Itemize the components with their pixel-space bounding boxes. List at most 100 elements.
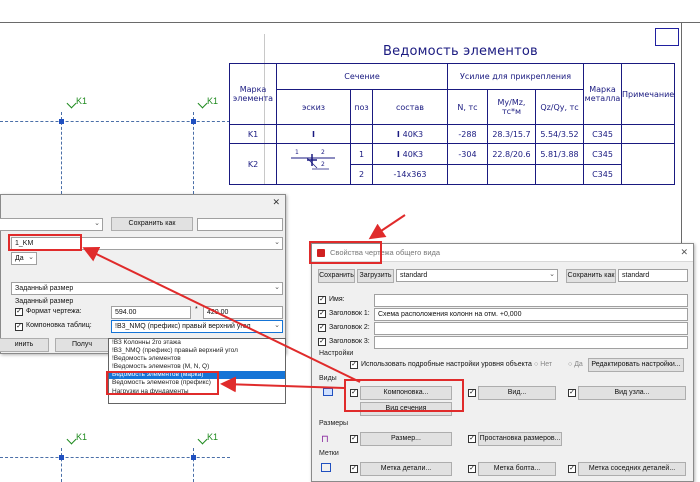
view-button[interactable]: Вид... <box>478 386 556 400</box>
save-as-button[interactable]: Сохранить как <box>111 217 193 231</box>
dropdown-option[interactable]: !Ведомость элементов <box>109 355 285 363</box>
preset-select[interactable]: standard ⌄ <box>396 269 558 282</box>
name-label: Имя: <box>329 296 345 303</box>
sketch-cell: I <box>276 124 351 144</box>
radio-no-label: Нет <box>540 361 553 368</box>
dim-placement-button[interactable]: Простановка размеров... <box>478 432 562 446</box>
section-sketch: 1 2 2 <box>291 149 335 170</box>
detailed-settings-label: Использовать подробные настройки уровня … <box>361 361 532 368</box>
heading1-checkbox[interactable]: ✓ <box>318 310 326 318</box>
times-label: * <box>195 306 198 313</box>
save-button[interactable]: Сохранить <box>318 269 355 283</box>
dropdown-option[interactable]: !B3 Колонны 2го этажа <box>109 339 285 347</box>
header-pos: поз <box>350 89 373 125</box>
height-input[interactable]: 420.00 <box>203 306 283 319</box>
node-view-checkbox[interactable]: ✓ <box>568 389 576 397</box>
heading3-checkbox[interactable]: ✓ <box>318 338 326 346</box>
size-mode-select[interactable]: Заданный размер ⌄ <box>11 282 283 295</box>
general-drawing-properties-dialog: Свойства чертежа общего вида ✕ Сохранить… <box>311 243 694 482</box>
row-n <box>447 164 488 185</box>
row-note <box>620 124 676 144</box>
views-section-label: Виды <box>319 375 337 382</box>
header-sketch: эскиз <box>276 89 351 125</box>
row-n: -304 <box>447 142 488 166</box>
header-n: N, тс <box>447 89 488 125</box>
part-mark-checkbox[interactable]: ✓ <box>350 465 358 473</box>
row-comp: I 40K3 <box>372 124 448 144</box>
table-row: K2 1 2 2 1 I 40K3 -304 22.8/20.6 5.81/3.… <box>229 142 676 185</box>
save-as-input[interactable] <box>197 218 283 231</box>
dropdown-option[interactable]: !B3_NMQ (префикс) правый верхний угол <box>109 347 285 355</box>
neighbor-mark-button[interactable]: Метка соседних деталей... <box>578 462 686 476</box>
load-button[interactable]: Загрузить <box>357 269 394 283</box>
get-button[interactable]: Получ <box>55 338 109 352</box>
highlight-layout-button <box>344 379 464 412</box>
bolt-mark-button[interactable]: Метка болта... <box>478 462 556 476</box>
view-checkbox[interactable]: ✓ <box>468 389 476 397</box>
row-note <box>620 143 676 185</box>
dim-placement-checkbox[interactable]: ✓ <box>468 435 476 443</box>
highlight-selected-option <box>106 371 219 395</box>
radio-no[interactable]: ○ Нет <box>534 361 552 368</box>
row-comp-text: 40K3 <box>402 149 424 159</box>
row-q: 5.81/3.88 <box>535 142 584 166</box>
chevron-down-icon: ⌄ <box>274 322 280 329</box>
highlight-name-field <box>8 234 82 251</box>
table-row: K1 I I 40K3 -288 28.3/15.7 5.54/3.52 C34… <box>229 124 676 144</box>
size-button[interactable]: Размер... <box>360 432 452 446</box>
header-composition: состав <box>372 89 448 125</box>
header-note: Примечание <box>620 63 676 125</box>
row-q <box>535 164 584 185</box>
axis-line-a <box>61 112 62 194</box>
header-qz: Qz/Qy, тс <box>535 89 584 125</box>
column-mark-d <box>191 455 196 460</box>
name-input[interactable] <box>374 294 688 307</box>
row-comp: I 40K3 <box>372 142 448 166</box>
detailed-settings-checkbox[interactable]: ✓ <box>350 361 358 369</box>
row-pos: 2 <box>350 164 373 185</box>
part-mark-button[interactable]: Метка детали... <box>360 462 452 476</box>
yes-select[interactable]: Да ⌄ <box>11 252 37 265</box>
width-input[interactable]: 594.00 <box>111 306 191 319</box>
preset-value: standard <box>400 272 428 279</box>
heading3-input[interactable] <box>374 336 688 349</box>
layout-select[interactable]: !B3_NMQ (префикс) правый верхний угол ⌄ <box>111 320 283 333</box>
row-m <box>487 164 536 185</box>
edit-settings-button[interactable]: Редактировать настройки... <box>588 358 684 372</box>
row-n: -288 <box>447 124 488 144</box>
sketch-cell: 1 2 2 <box>276 143 351 185</box>
view-icon <box>323 388 333 396</box>
header-steel: Марка металла <box>583 63 622 125</box>
column-mark-c <box>59 455 64 460</box>
settings-section-label: Настройки <box>319 350 354 357</box>
save-as-input[interactable]: standard <box>618 269 688 282</box>
heading1-input[interactable]: Схема расположения колонн на отм. +0,000 <box>374 308 688 321</box>
axis-label-k1-b: K1 <box>207 96 219 106</box>
layout-checkbox[interactable]: ✓ <box>15 323 23 331</box>
i-beam-icon: I <box>312 129 315 139</box>
close-icon[interactable]: ✕ <box>272 197 280 208</box>
apply-button[interactable]: инить <box>0 338 49 352</box>
size-checkbox[interactable]: ✓ <box>350 435 358 443</box>
heading2-input[interactable] <box>374 322 688 335</box>
radio-yes[interactable]: ○ Да <box>568 361 583 368</box>
axis-line-c <box>61 448 62 482</box>
format-checkbox[interactable]: ✓ <box>15 308 23 316</box>
name-checkbox[interactable]: ✓ <box>318 296 326 304</box>
dimensions-section-label: Размеры <box>319 420 349 427</box>
heading2-checkbox[interactable]: ✓ <box>318 324 326 332</box>
svg-text:1: 1 <box>295 149 299 156</box>
node-view-button[interactable]: Вид узла... <box>578 386 686 400</box>
column-mark-b <box>191 119 196 124</box>
neighbor-mark-checkbox[interactable]: ✓ <box>568 465 576 473</box>
preset-select[interactable]: ⌄ <box>0 218 103 231</box>
row-steel: C345 <box>583 164 622 185</box>
axis-label-k1-a: K1 <box>76 96 88 106</box>
axis-line-b <box>193 112 194 194</box>
chevron-down-icon: ⌄ <box>28 254 34 261</box>
close-icon[interactable]: ✕ <box>680 247 688 258</box>
chevron-down-icon: ⌄ <box>549 271 555 278</box>
row-pos <box>350 124 373 144</box>
save-as-button[interactable]: Сохранить как <box>566 269 616 283</box>
bolt-mark-checkbox[interactable]: ✓ <box>468 465 476 473</box>
